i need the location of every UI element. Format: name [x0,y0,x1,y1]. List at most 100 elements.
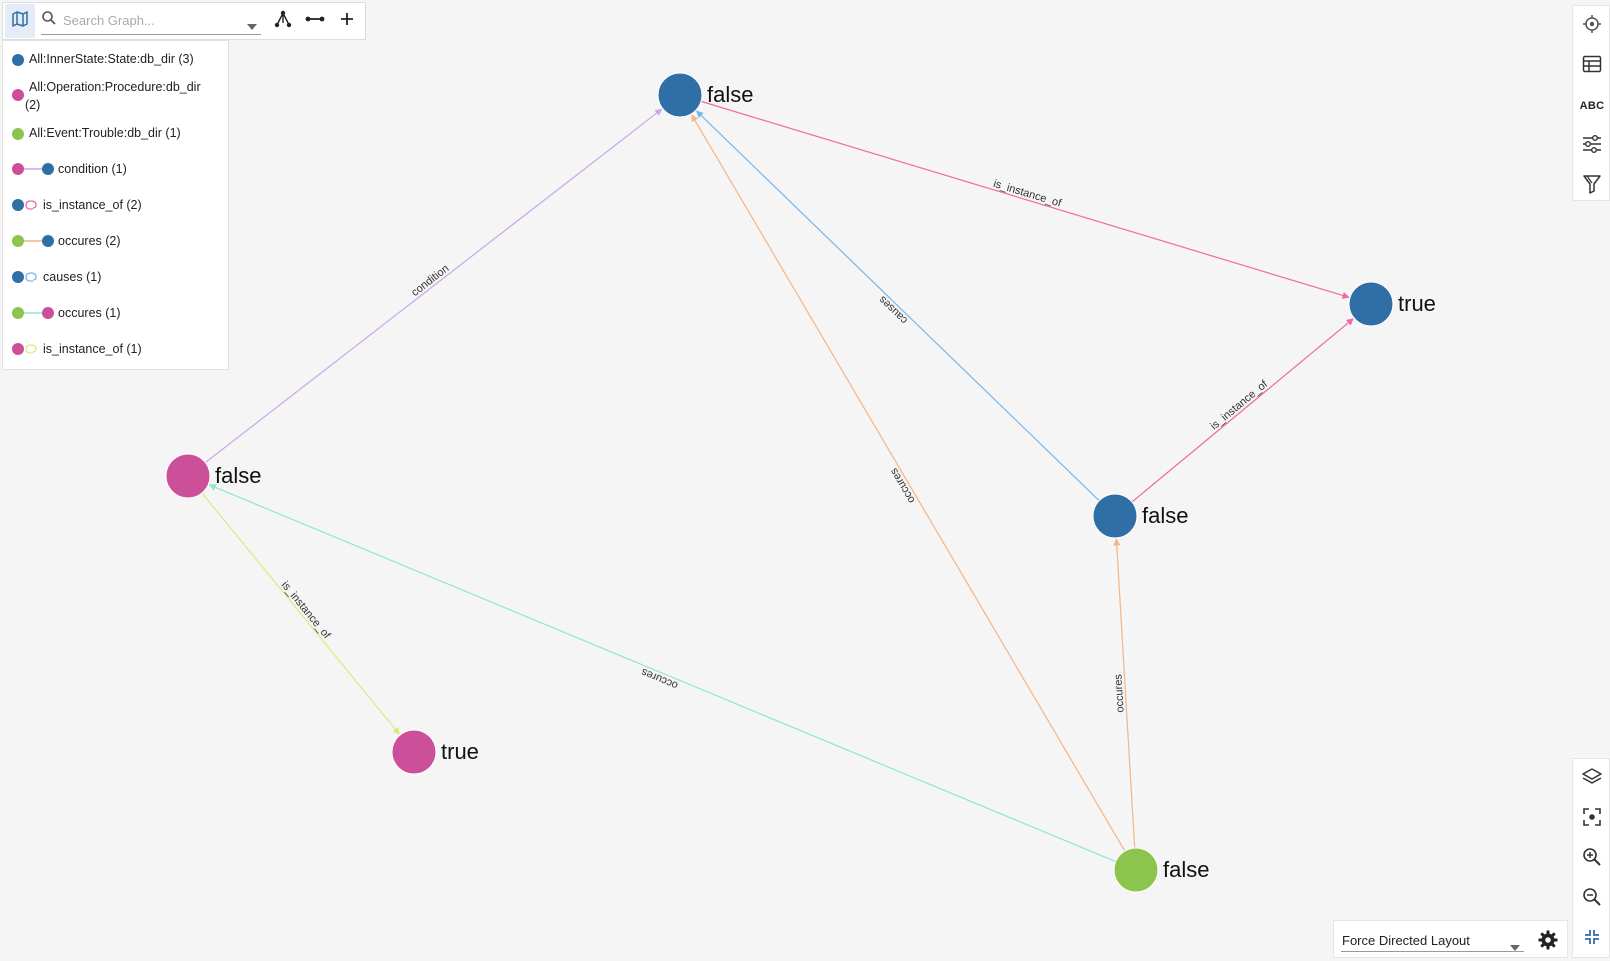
graph-edge[interactable]: causes [696,110,1100,502]
legend-label: is_instance_of (1) [43,342,142,356]
edge-label: occures [639,665,680,691]
node-circle[interactable] [1113,847,1159,893]
node-type-dot [12,128,24,140]
target-icon [1582,14,1602,39]
self-loop-icon [12,271,37,283]
layers-icon [1582,767,1602,791]
edge-label: occures [1112,673,1126,713]
graph-edge[interactable]: occures [208,483,1116,863]
hierarchy-button[interactable] [267,5,299,37]
graph-node[interactable]: true [1348,281,1436,327]
node-label: true [441,739,479,764]
table-icon [1582,55,1602,78]
graph-edge[interactable]: is_instance_of [201,492,400,735]
graph-toolbar [2,2,366,40]
edge-label: is_instance_of [279,579,333,642]
graph-node[interactable]: false [1092,493,1188,539]
caret-down-icon [1510,939,1520,954]
node-type-dot [12,54,24,66]
legend-label: occures (1) [58,306,121,320]
graph-edge[interactable]: condition [205,108,663,464]
legend-label: causes (1) [43,270,102,284]
node-circle[interactable] [657,72,703,118]
graph-edge[interactable]: occures [1112,538,1136,849]
edge-line[interactable] [205,108,663,464]
sliders-icon [1582,134,1602,158]
edge-icon [305,12,325,30]
edge-button[interactable] [299,5,331,37]
layout-select-value: Force Directed Layout [1342,933,1470,948]
collapse-icon [1584,929,1600,950]
abc-icon: ABC [1579,100,1605,112]
filter-icon [1582,174,1602,199]
fit-screen-icon [1583,807,1601,831]
graph-edge[interactable]: is_instance_of [700,100,1350,299]
settings-sliders-button[interactable] [1573,126,1610,166]
legend-label: condition (1) [58,162,127,176]
graph-node[interactable]: true [391,729,479,775]
node-circle[interactable] [391,729,437,775]
layout-controls: Force Directed Layout [1333,920,1568,958]
edge-label: causes [876,293,910,326]
target-button[interactable] [1573,6,1610,46]
node-type-dot [12,89,24,101]
node-circle[interactable] [1348,281,1394,327]
self-loop-icon [12,199,37,211]
layers-button[interactable] [1573,759,1610,799]
zoom-out-button[interactable] [1573,879,1610,919]
collapse-button[interactable] [1573,919,1610,959]
node-circle[interactable] [1092,493,1138,539]
edge-label: is_instance_of [992,178,1064,210]
node-label: false [707,82,753,107]
plus-icon [340,12,354,31]
legend-panel: All:InnerState:State:db_dir (3) All:Oper… [2,40,229,370]
edge-label: condition [409,263,451,299]
right-tools-panel: ABC [1572,5,1610,201]
caret-down-icon[interactable] [247,17,257,35]
map-icon [11,10,29,33]
graph-edge[interactable]: is_instance_of [1131,318,1354,503]
edge-type-icon [12,307,54,319]
edge-label: occures [888,465,918,505]
self-loop-icon [12,343,37,355]
text-labels-button[interactable]: ABC [1573,86,1610,126]
filter-button[interactable] [1573,166,1610,206]
graph-canvas[interactable]: conditionis_instance_ofcausesis_instance… [0,0,1610,961]
node-label: true [1398,291,1436,316]
node-circle[interactable] [165,453,211,499]
edge-type-icon [12,235,54,247]
legend-label: All:Operation:Procedure:db_dir (2) [25,80,201,112]
zoom-out-icon [1582,887,1602,912]
graph-edge[interactable]: occures [691,114,1126,852]
edge-label: is_instance_of [1208,378,1271,433]
fit-screen-button[interactable] [1573,799,1610,839]
add-button[interactable] [331,5,363,37]
table-button[interactable] [1573,46,1610,86]
edge-line[interactable] [208,483,1116,863]
zoom-in-button[interactable] [1573,839,1610,879]
gear-icon[interactable] [1538,930,1558,955]
layout-select[interactable]: Force Directed Layout [1341,931,1524,952]
nodes-layer: false true false false true false [165,72,1436,893]
edge-line[interactable] [201,492,400,735]
search-icon [41,10,57,31]
node-label: false [1142,503,1188,528]
edge-line[interactable] [1131,318,1354,503]
graph-node[interactable]: false [165,453,261,499]
edges-layer: conditionis_instance_ofcausesis_instance… [201,100,1354,863]
graph-node[interactable]: false [1113,847,1209,893]
legend-label: occures (2) [58,234,121,248]
legend-label: All:Event:Trouble:db_dir (1) [29,126,181,140]
search-input[interactable] [61,12,245,29]
edge-type-icon [12,163,54,175]
legend-label: is_instance_of (2) [43,198,142,212]
hierarchy-icon [274,10,292,33]
node-label: false [215,463,261,488]
view-controls-panel [1572,758,1610,958]
zoom-in-icon [1582,847,1602,872]
search-field[interactable] [41,8,261,35]
node-label: false [1163,857,1209,882]
map-toggle-button[interactable] [5,4,35,38]
legend-label: All:InnerState:State:db_dir (3) [29,52,194,66]
graph-node[interactable]: false [657,72,753,118]
